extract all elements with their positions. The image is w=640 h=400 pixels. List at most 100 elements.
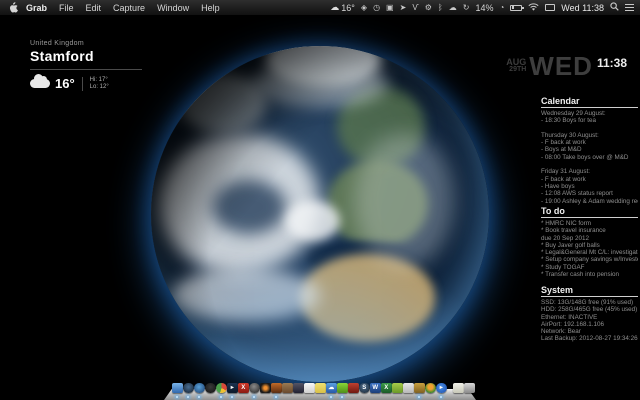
dark-app-icon[interactable] bbox=[205, 383, 216, 394]
red-box-icon[interactable] bbox=[348, 383, 359, 394]
weather-lo: Lo: 12° bbox=[90, 84, 109, 91]
wifi-icon[interactable] bbox=[528, 3, 539, 13]
menu-item[interactable]: Help bbox=[201, 3, 220, 13]
calendar-entry: - Boys at M&D bbox=[541, 146, 638, 153]
status-icon[interactable]: ⚙ bbox=[425, 4, 432, 12]
todo-entry: * HMRC NIC form bbox=[541, 220, 638, 227]
calendar-entry: Wednesday 29 August: bbox=[541, 110, 638, 117]
todo-lines: * HMRC NIC form* Book travel insurance d… bbox=[541, 220, 638, 278]
notebook-icon[interactable] bbox=[282, 383, 293, 394]
cloud-app-icon[interactable]: ☁ bbox=[326, 383, 337, 394]
status-icon[interactable]: ☁ bbox=[449, 4, 457, 12]
utility-app-icon[interactable] bbox=[414, 383, 425, 394]
calendar-widget: Calendar Wednesday 29 August:- 18:30 Boy… bbox=[541, 96, 638, 205]
menu-bar: Grab File Edit Capture Window Help ☁ 16° ◈ ◷ ▣ ➤… bbox=[0, 0, 640, 16]
todo-entry: * Buy Javer golf balls bbox=[541, 242, 638, 249]
weather-region: United Kingdom bbox=[30, 40, 160, 47]
compass-app-icon[interactable] bbox=[183, 383, 194, 394]
desktop: Grab File Edit Capture Window Help ☁ 16° ◈ ◷ ▣ ➤… bbox=[0, 0, 640, 400]
camera-app-icon[interactable] bbox=[260, 383, 271, 394]
menu-item[interactable]: Capture bbox=[113, 3, 145, 13]
status-icon[interactable]: ▣ bbox=[386, 4, 394, 12]
status-icon[interactable]: Ѵ bbox=[412, 4, 418, 12]
calendar-entry: - 08:00 Take boys over @ M&D bbox=[541, 154, 638, 161]
system-stat: Last Backup: 2012-08-27 19:34:26 bbox=[541, 335, 638, 342]
chrome-icon[interactable] bbox=[216, 383, 227, 394]
todo-entry: * Legal&General Mt C/L: investigate bbox=[541, 249, 638, 256]
todo-widget: To do * HMRC NIC form* Book travel insur… bbox=[541, 206, 638, 278]
menu-item[interactable]: Window bbox=[157, 3, 189, 13]
calendar-entry: - F back at work bbox=[541, 139, 638, 146]
menu-bar-status-area: ☁ 16° ◈◷▣➤Ѵ⚙ᛒ☁↻ 14% ◔ Wed 11:38 bbox=[330, 2, 634, 13]
calendar-entry: - F back at work bbox=[541, 176, 638, 183]
calendar-entry: - 18:30 Boys for tea bbox=[541, 117, 638, 124]
terminator-shadow bbox=[151, 46, 489, 382]
system-stat: Ethernet: INACTIVE bbox=[541, 314, 638, 321]
status-icon[interactable]: ➤ bbox=[400, 4, 407, 12]
system-widget: System SSD: 13G/148G free (91% used)HDD:… bbox=[541, 285, 638, 343]
dark-sphere-s-icon[interactable]: S bbox=[359, 383, 370, 394]
apple-menu-icon[interactable] bbox=[6, 2, 20, 13]
play-app-icon[interactable]: ▸ bbox=[436, 383, 447, 394]
menu-temp-label: 16° bbox=[341, 3, 355, 13]
date-day: 29TH bbox=[506, 66, 526, 74]
display-icon[interactable] bbox=[545, 4, 555, 11]
system-stat: AirPort: 192.168.1.106 bbox=[541, 321, 638, 328]
grey-sphere-icon[interactable] bbox=[249, 383, 260, 394]
status-icon[interactable]: ◷ bbox=[373, 4, 380, 12]
red-x-app-icon[interactable]: X bbox=[238, 383, 249, 394]
battery-icon[interactable] bbox=[510, 5, 522, 11]
photo-app-icon[interactable] bbox=[403, 383, 414, 394]
weather-cloud-icon bbox=[30, 79, 50, 88]
stickies-icon[interactable] bbox=[315, 383, 326, 394]
notification-center-icon[interactable] bbox=[625, 4, 634, 11]
calendar-lines: Wednesday 29 August:- 18:30 Boys for tea… bbox=[541, 110, 638, 205]
calendar-entry: - Have boys bbox=[541, 183, 638, 190]
menu-item[interactable]: File bbox=[59, 3, 74, 13]
document-icon[interactable] bbox=[304, 383, 315, 394]
finder-icon[interactable] bbox=[172, 383, 183, 394]
status-icon[interactable]: ◈ bbox=[361, 4, 367, 12]
date-month: AUG bbox=[506, 58, 526, 66]
third-party-menu-extras: ◈ ◷ ▣ ➤ Ѵ ⚙ ᛒ ☁ ↻ bbox=[361, 4, 470, 12]
trash-icon[interactable] bbox=[464, 383, 475, 394]
system-stat: SSD: 13G/148G free (91% used) bbox=[541, 299, 638, 306]
globe-browser-icon[interactable] bbox=[194, 383, 205, 394]
menu-bar-menus: Grab File Edit Capture Window Help bbox=[26, 3, 220, 13]
time-machine-icon[interactable]: ◔ bbox=[499, 4, 504, 12]
robot-app-icon[interactable] bbox=[392, 383, 403, 394]
slate-app-icon[interactable] bbox=[293, 383, 304, 394]
weather-city: Stamford bbox=[30, 48, 160, 64]
weather-hi: Hi: 17° bbox=[90, 77, 109, 84]
todo-entry: due 20 Sep 2012 bbox=[541, 235, 638, 242]
green-chat-icon[interactable] bbox=[337, 383, 348, 394]
weather-menu-extra[interactable]: ☁ 16° bbox=[330, 3, 355, 13]
system-lines: SSD: 13G/148G free (91% used)HDD: 258G/4… bbox=[541, 299, 638, 343]
menu-item[interactable]: Edit bbox=[86, 3, 102, 13]
menu-clock[interactable]: Wed 11:38 bbox=[561, 3, 604, 13]
spotlight-icon[interactable] bbox=[610, 2, 619, 13]
menu-item[interactable]: Grab bbox=[26, 3, 47, 13]
todo-title: To do bbox=[541, 206, 638, 218]
system-title: System bbox=[541, 285, 638, 297]
media-app-icon[interactable]: ▸ bbox=[227, 383, 238, 394]
cloud-icon: ☁ bbox=[330, 3, 339, 12]
todo-entry: * Setup company savings w/Investec bbox=[541, 256, 638, 263]
status-icon[interactable]: ᛒ bbox=[438, 4, 443, 12]
calendar-entry bbox=[541, 125, 638, 132]
date-time: 11:38 bbox=[597, 56, 627, 70]
weather-vertical-divider bbox=[82, 77, 83, 91]
dock: ▸X☁SWX▸ bbox=[164, 372, 476, 400]
excel-icon[interactable]: X bbox=[381, 383, 392, 394]
orange-app-icon[interactable] bbox=[271, 383, 282, 394]
calendar-entry: - 19:00 Ashley & Adam wedding reception … bbox=[541, 198, 638, 205]
green-orange-app-icon[interactable] bbox=[425, 383, 436, 394]
archive-can-icon[interactable] bbox=[453, 383, 464, 394]
calendar-title: Calendar bbox=[541, 96, 638, 108]
status-icon[interactable]: ↻ bbox=[463, 4, 470, 12]
calendar-entry: Thursday 30 August: bbox=[541, 132, 638, 139]
calendar-entry bbox=[541, 161, 638, 168]
calendar-entry: Friday 31 August: bbox=[541, 168, 638, 175]
weather-temp: 16° bbox=[55, 76, 75, 91]
word-icon[interactable]: W bbox=[370, 383, 381, 394]
